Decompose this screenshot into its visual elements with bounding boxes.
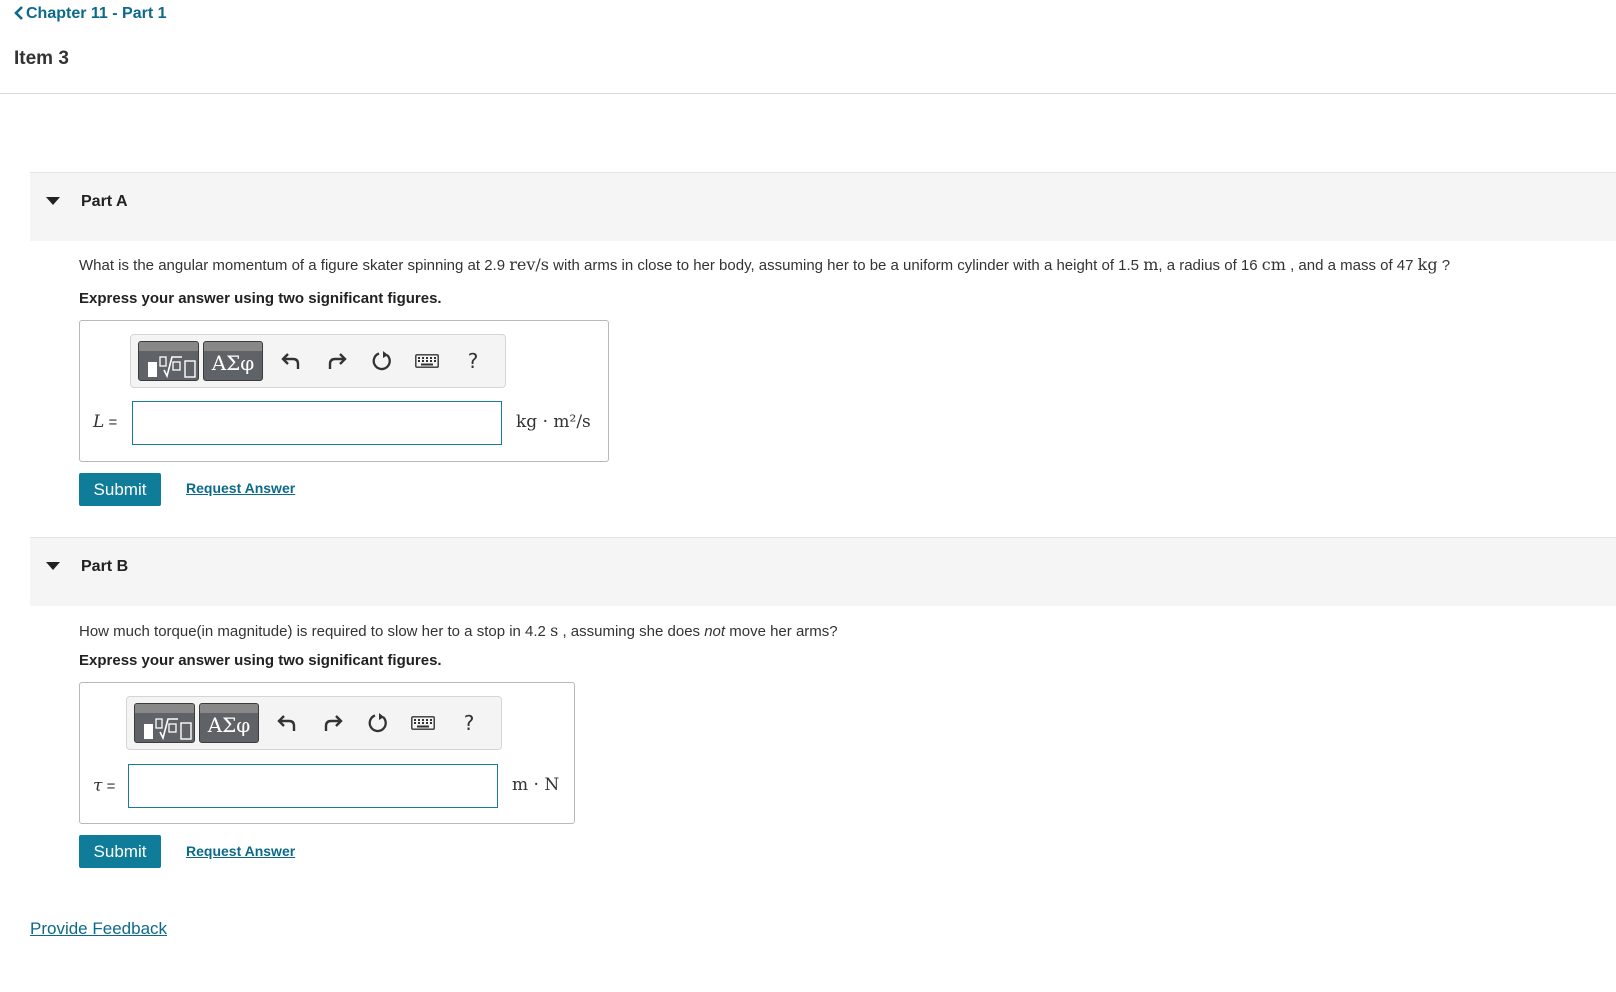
part-a-answer-input[interactable]	[132, 401, 502, 445]
keyboard-icon[interactable]	[415, 349, 439, 373]
part-b-header[interactable]: Part B	[30, 537, 1616, 606]
item-title: Item 3	[14, 48, 69, 69]
undo-icon[interactable]	[275, 711, 299, 735]
part-a-header[interactable]: Part A	[30, 172, 1616, 241]
part-b-title: Part B	[81, 558, 129, 575]
part-b-answer-box: ΑΣφ ? τ = m · N	[79, 682, 575, 824]
part-b-variable-label: τ =	[93, 776, 116, 796]
part-b-instruction: Express your answer using two significan…	[79, 652, 442, 669]
help-icon[interactable]: ?	[457, 711, 481, 735]
part-b-unit: m · N	[512, 775, 560, 795]
part-a-unit: kg · m²/s	[516, 412, 591, 432]
chevron-left-icon	[14, 5, 24, 23]
part-a-submit-button[interactable]: Submit	[79, 473, 161, 506]
part-a-request-answer-link[interactable]: Request Answer	[186, 480, 295, 496]
undo-icon[interactable]	[279, 349, 303, 373]
part-a-math-toolbar: ΑΣφ ?	[130, 334, 506, 388]
templates-icon[interactable]	[138, 341, 199, 381]
keyboard-icon[interactable]	[411, 711, 435, 735]
reset-icon[interactable]	[370, 349, 394, 373]
provide-feedback-link[interactable]: Provide Feedback	[30, 919, 167, 939]
caret-down-icon	[46, 562, 60, 570]
redo-icon[interactable]	[321, 711, 345, 735]
greek-symbols-icon[interactable]: ΑΣφ	[199, 703, 259, 743]
part-a-title: Part A	[81, 193, 128, 210]
caret-down-icon	[46, 197, 60, 205]
part-a-question: What is the angular momentum of a figure…	[79, 255, 1451, 274]
part-b-math-toolbar: ΑΣφ ?	[126, 696, 502, 750]
reset-icon[interactable]	[366, 711, 390, 735]
back-to-chapter-link[interactable]: Chapter 11 - Part 1	[14, 5, 167, 23]
part-a-variable-label: L =	[93, 412, 118, 432]
help-icon[interactable]: ?	[461, 349, 485, 373]
part-a-instruction: Express your answer using two significan…	[79, 290, 442, 307]
part-b-submit-button[interactable]: Submit	[79, 835, 161, 868]
redo-icon[interactable]	[325, 349, 349, 373]
templates-icon[interactable]	[134, 703, 195, 743]
greek-symbols-icon[interactable]: ΑΣφ	[203, 341, 263, 381]
part-a-answer-box: ΑΣφ ? L = kg · m²/s	[79, 320, 609, 462]
part-b-answer-input[interactable]	[128, 764, 498, 808]
header-divider	[0, 93, 1616, 94]
part-b-question: How much torque(in magnitude) is require…	[79, 621, 838, 640]
back-link-label: Chapter 11 - Part 1	[26, 5, 167, 22]
part-b-request-answer-link[interactable]: Request Answer	[186, 843, 295, 859]
